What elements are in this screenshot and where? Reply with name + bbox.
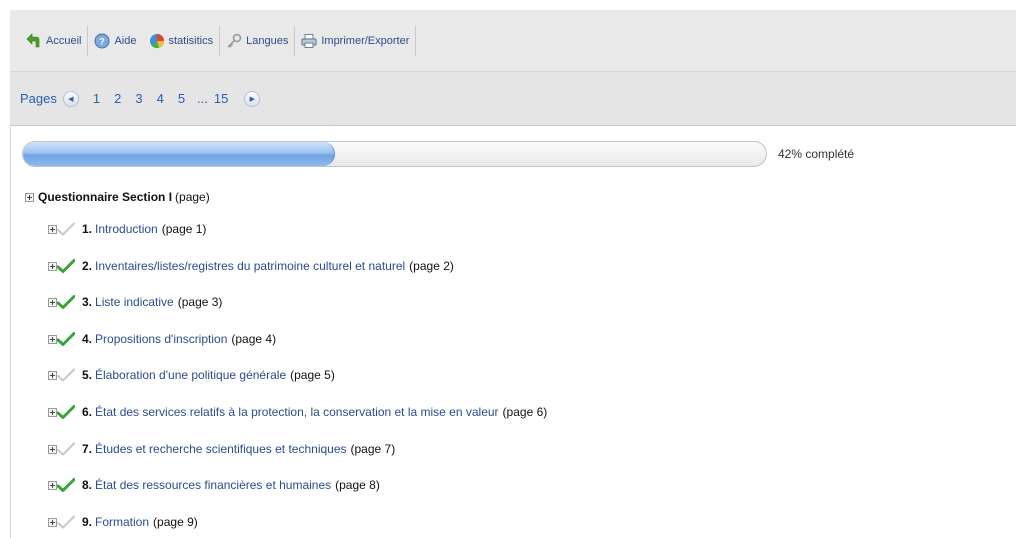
page-link[interactable]: 5	[178, 91, 185, 106]
main-toolbar: Accueil ? Aide statisitics Langues Impri…	[10, 10, 1016, 72]
help-button[interactable]: ? Aide	[88, 26, 142, 56]
statistics-button[interactable]: statisitics	[143, 26, 220, 56]
item-number: 2.	[82, 259, 93, 273]
tree-root[interactable]: Questionnaire Section I (page)	[25, 190, 210, 204]
item-link[interactable]: Inventaires/listes/registres du patrimoi…	[95, 259, 405, 273]
expand-plus-icon[interactable]	[25, 192, 34, 202]
item-link[interactable]: État des ressources financières et humai…	[95, 478, 331, 492]
page-navigation: Pages ◀ 1 2 3 4 5 ... 15 ▶	[10, 72, 1016, 126]
tree-item[interactable]: 5. Élaboration d'une politique générale (p…	[48, 368, 335, 382]
checkmark-done-icon	[57, 295, 75, 309]
checkmark-pending-icon	[57, 442, 75, 456]
item-link[interactable]: Liste indicative	[95, 295, 174, 309]
item-number: 1.	[82, 222, 93, 236]
item-link[interactable]: Introduction	[95, 222, 158, 236]
toolbar-divider	[415, 25, 417, 56]
expand-plus-icon[interactable]	[48, 297, 57, 307]
expand-plus-icon[interactable]	[48, 334, 57, 344]
expand-plus-icon[interactable]	[48, 370, 57, 380]
checkmark-pending-icon	[57, 368, 75, 382]
item-link[interactable]: État des services relatifs à la protecti…	[95, 405, 499, 419]
tree-item[interactable]: 3. Liste indicative (page 3)	[48, 295, 222, 309]
item-number: 8.	[82, 478, 93, 492]
expand-plus-icon[interactable]	[48, 224, 57, 234]
print-export-button[interactable]: Imprimer/Exporter	[295, 26, 415, 56]
page-link[interactable]: 4	[157, 91, 164, 106]
item-page: (page 9)	[153, 515, 198, 529]
item-page: (page 2)	[409, 259, 454, 273]
checkmark-pending-icon	[57, 222, 75, 236]
progress-fill	[23, 142, 336, 166]
item-number: 9.	[82, 515, 93, 529]
statistics-label: statisitics	[168, 34, 214, 47]
section-page: (page)	[175, 190, 210, 204]
stats-globe-icon	[149, 33, 165, 49]
expand-plus-icon[interactable]	[48, 261, 57, 271]
item-page: (page 5)	[290, 368, 335, 382]
home-button[interactable]: Accueil	[20, 26, 87, 56]
checkmark-done-icon	[57, 332, 75, 346]
help-label: Aide	[114, 34, 137, 47]
progress-bar	[22, 141, 767, 167]
print-export-label: Imprimer/Exporter	[321, 34, 410, 47]
help-globe-icon: ?	[94, 33, 110, 49]
section-title: Questionnaire Section I	[38, 190, 173, 204]
page-link[interactable]: 15	[214, 91, 228, 106]
next-page-button[interactable]: ▶	[244, 90, 261, 107]
item-number: 3.	[82, 295, 93, 309]
expand-plus-icon[interactable]	[48, 444, 57, 454]
prev-page-button[interactable]: ◀	[62, 90, 79, 107]
pages-label: Pages	[20, 91, 57, 106]
languages-label: Langues	[246, 34, 289, 47]
home-arrow-icon	[26, 32, 42, 49]
item-link[interactable]: Formation	[95, 515, 149, 529]
expand-plus-icon[interactable]	[48, 407, 57, 417]
expand-plus-icon[interactable]	[48, 480, 57, 490]
item-page: (page 7)	[350, 442, 396, 456]
item-page: (page 8)	[335, 478, 380, 492]
content-border	[10, 127, 11, 538]
item-link[interactable]: Études et recherche scientifiques et tec…	[95, 442, 346, 456]
item-number: 4.	[82, 332, 93, 346]
item-link[interactable]: Propositions d'inscription	[95, 332, 227, 346]
checkmark-pending-icon	[57, 515, 75, 529]
arrow-left-icon: ◀	[68, 95, 74, 103]
item-page: (page 1)	[161, 222, 207, 236]
checkmark-done-icon	[57, 405, 75, 419]
item-page: (page 3)	[177, 295, 223, 309]
languages-button[interactable]: Langues	[220, 26, 294, 56]
tree-item[interactable]: 6. État des services relatifs à la protec…	[48, 405, 547, 419]
page-link[interactable]: 1	[93, 91, 100, 106]
item-number: 6.	[82, 405, 93, 419]
checkmark-done-icon	[57, 259, 75, 273]
tree-item[interactable]: 7. Études et recherche scientifiques et t…	[48, 442, 395, 456]
tree-item[interactable]: 8. État des ressources financières et hum…	[48, 478, 380, 492]
item-number: 5.	[82, 368, 93, 382]
page-ellipsis: ...	[197, 91, 208, 106]
key-icon	[226, 33, 242, 49]
printer-icon	[301, 33, 317, 49]
page-link[interactable]: 3	[135, 91, 142, 106]
item-link[interactable]: Élaboration d'une politique générale	[95, 368, 286, 382]
tree-item[interactable]: 2. Inventaires/listes/registres du patrim…	[48, 259, 454, 273]
tree-item[interactable]: 1. Introduction (page 1)	[48, 222, 206, 236]
page-link[interactable]: 2	[114, 91, 121, 106]
tree-item[interactable]: 4. Propositions d'inscription (page 4)	[48, 332, 276, 346]
checkmark-done-icon	[57, 478, 75, 492]
item-page: (page 6)	[502, 405, 548, 419]
progress-text: 42% complété	[778, 147, 855, 161]
svg-text:?: ?	[100, 36, 106, 46]
home-label: Accueil	[46, 34, 82, 47]
arrow-right-icon: ▶	[249, 95, 256, 103]
item-number: 7.	[82, 442, 93, 456]
tree-item[interactable]: 9. Formation (page 9)	[48, 515, 198, 529]
expand-plus-icon[interactable]	[48, 517, 57, 527]
item-page: (page 4)	[231, 332, 277, 346]
